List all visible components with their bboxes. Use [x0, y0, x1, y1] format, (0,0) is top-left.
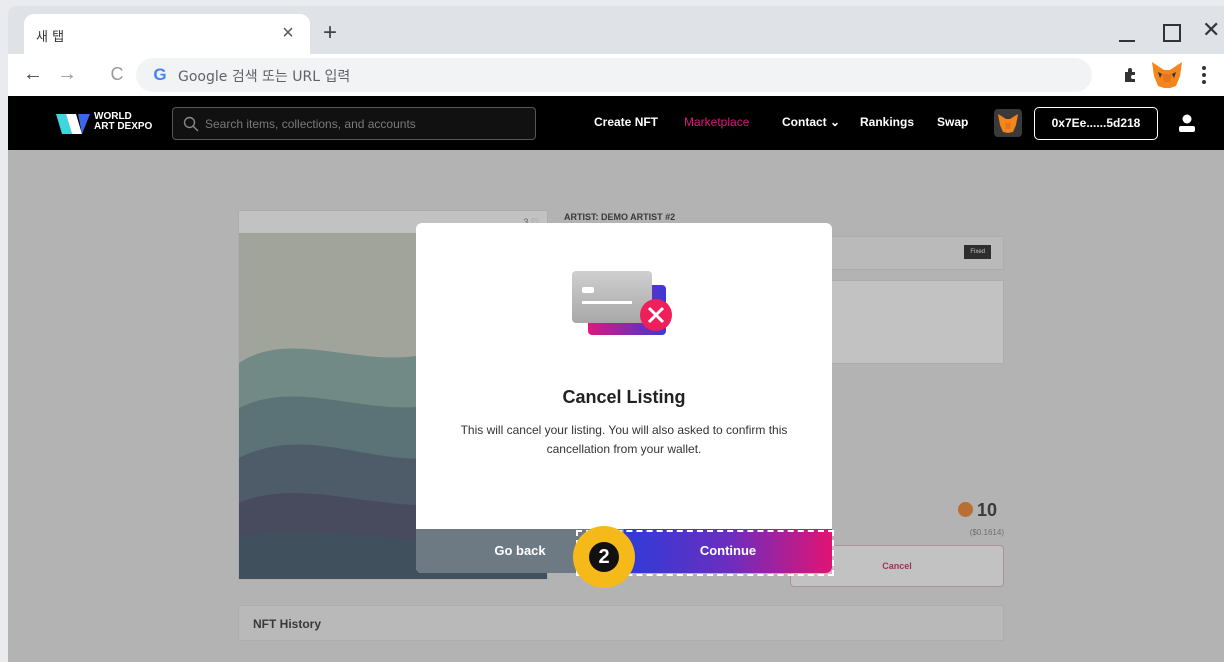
address-bar[interactable]: G Google 검색 또는 URL 입력	[136, 58, 1092, 92]
nav-rankings[interactable]: Rankings	[860, 115, 914, 129]
browser-toolbar: ← → C G Google 검색 또는 URL 입력	[8, 54, 1224, 96]
extensions-puzzle-icon[interactable]	[1122, 66, 1140, 84]
maximize-icon[interactable]	[1158, 20, 1184, 46]
modal-title: Cancel Listing	[562, 387, 686, 407]
tab-close-icon[interactable]: ×	[276, 21, 300, 45]
tab-strip: 새 탭 × + ✕	[8, 6, 1224, 54]
nav-create-nft[interactable]: Create NFT	[594, 115, 658, 129]
search-icon	[183, 116, 199, 132]
step-number: 2	[589, 542, 619, 572]
step-number-badge: 2	[573, 526, 635, 588]
logo-line-2: ART DEXPO	[94, 121, 153, 132]
google-icon: G	[153, 65, 167, 84]
wallet-address-button[interactable]: 0x7Ee......5d218	[1034, 107, 1158, 140]
metamask-fox-icon[interactable]	[1150, 60, 1184, 90]
nav-swap[interactable]: Swap	[937, 115, 968, 129]
nav-contact[interactable]: Contact ⌄	[782, 115, 840, 129]
site-search-input[interactable]: Search items, collections, and accounts	[172, 107, 536, 140]
address-bar-placeholder: Google 검색 또는 URL 입력	[178, 69, 351, 85]
site-header: WORLD ART DEXPO Search items, collection…	[8, 96, 1224, 150]
card-cancel-icon	[572, 271, 672, 335]
logo-text: WORLD ART DEXPO	[94, 112, 152, 132]
metamask-fox-icon	[998, 114, 1018, 133]
user-profile-icon[interactable]	[1178, 113, 1196, 133]
minimize-icon[interactable]	[1114, 20, 1140, 46]
forward-arrow-icon[interactable]: →	[54, 62, 80, 88]
browser-window: 새 탭 × + ✕ ← → C G Google 검색 또는 URL 입력 WO…	[8, 6, 1224, 662]
search-placeholder: Search items, collections, and accounts	[205, 117, 416, 131]
back-arrow-icon[interactable]: ←	[20, 62, 46, 88]
tab-title: 새 탭	[36, 30, 65, 45]
kebab-menu-icon[interactable]	[1200, 66, 1208, 86]
world-art-dexpo-logo[interactable]: WORLD ART DEXPO	[56, 110, 176, 136]
logo-mark-icon	[56, 114, 90, 134]
metamask-button[interactable]	[994, 109, 1022, 137]
window-close-icon[interactable]: ✕	[1202, 16, 1224, 44]
nav-marketplace[interactable]: Marketplace	[684, 115, 749, 129]
modal-message: This will cancel your listing. You will …	[460, 423, 788, 456]
reload-icon[interactable]: C	[104, 62, 130, 88]
tab-new-tab[interactable]: 새 탭 ×	[24, 14, 310, 54]
new-tab-button[interactable]: +	[318, 21, 342, 46]
web-page: WORLD ART DEXPO Search items, collection…	[8, 96, 1224, 662]
cancel-listing-modal: Cancel Listing This will cancel your lis…	[416, 223, 832, 573]
